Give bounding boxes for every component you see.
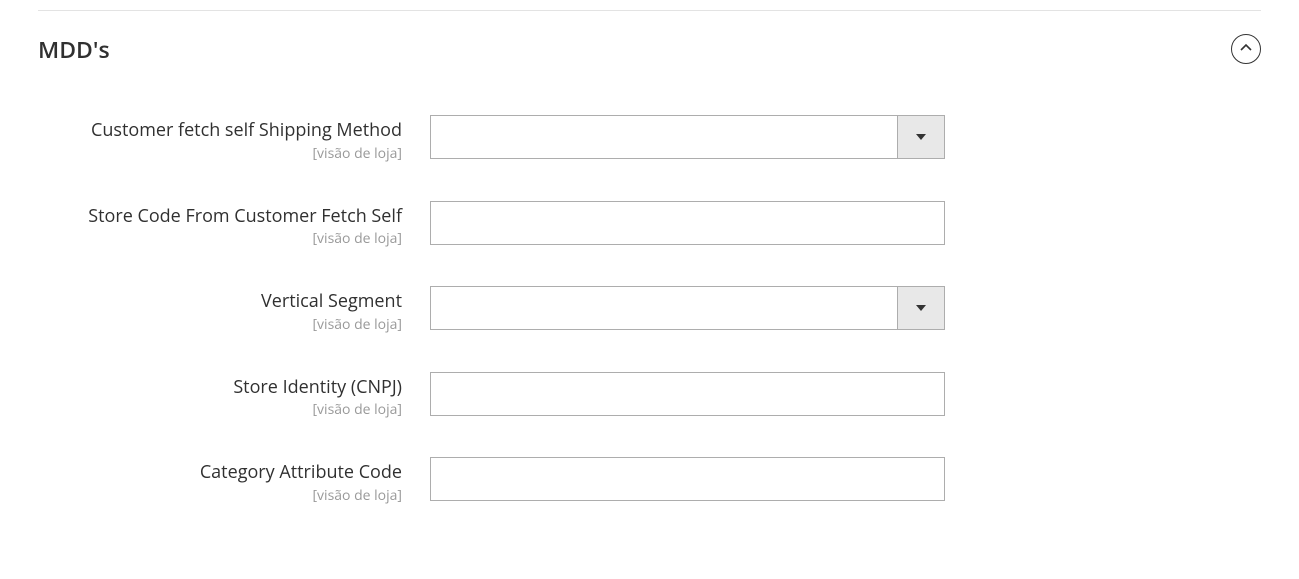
input-col [430,286,945,330]
select-wrap [430,286,945,330]
label-col: Category Attribute Code [visão de loja] [38,457,430,505]
form-rows: Customer fetch self Shipping Method [vis… [0,85,1299,545]
input-col [430,372,945,416]
field-scope: [visão de loja] [38,229,402,248]
input-col [430,457,945,501]
label-col: Vertical Segment [visão de loja] [38,286,430,334]
store-identity-input[interactable] [430,372,945,416]
field-row-store-code: Store Code From Customer Fetch Self [vis… [38,201,1261,249]
field-label: Customer fetch self Shipping Method [38,120,402,142]
field-label: Vertical Segment [38,291,402,313]
section-header: MDD's [0,11,1299,85]
input-col [430,115,945,159]
field-label: Category Attribute Code [38,462,402,484]
field-scope: [visão de loja] [38,400,402,419]
field-label: Store Code From Customer Fetch Self [38,206,402,228]
category-attribute-input[interactable] [430,457,945,501]
field-row-category-attr: Category Attribute Code [visão de loja] [38,457,1261,505]
label-col: Customer fetch self Shipping Method [vis… [38,115,430,163]
store-code-input[interactable] [430,201,945,245]
field-row-store-identity: Store Identity (CNPJ) [visão de loja] [38,372,1261,420]
shipping-method-select[interactable] [430,115,945,159]
input-col [430,201,945,245]
select-wrap [430,115,945,159]
section-title: MDD's [38,33,110,65]
label-col: Store Code From Customer Fetch Self [vis… [38,201,430,249]
collapse-toggle-button[interactable] [1231,34,1261,64]
field-label: Store Identity (CNPJ) [38,377,402,399]
field-scope: [visão de loja] [38,486,402,505]
chevron-up-icon [1240,42,1252,57]
vertical-segment-select[interactable] [430,286,945,330]
field-scope: [visão de loja] [38,315,402,334]
label-col: Store Identity (CNPJ) [visão de loja] [38,372,430,420]
field-row-vertical-segment: Vertical Segment [visão de loja] [38,286,1261,334]
field-row-shipping-method: Customer fetch self Shipping Method [vis… [38,115,1261,163]
field-scope: [visão de loja] [38,144,402,163]
